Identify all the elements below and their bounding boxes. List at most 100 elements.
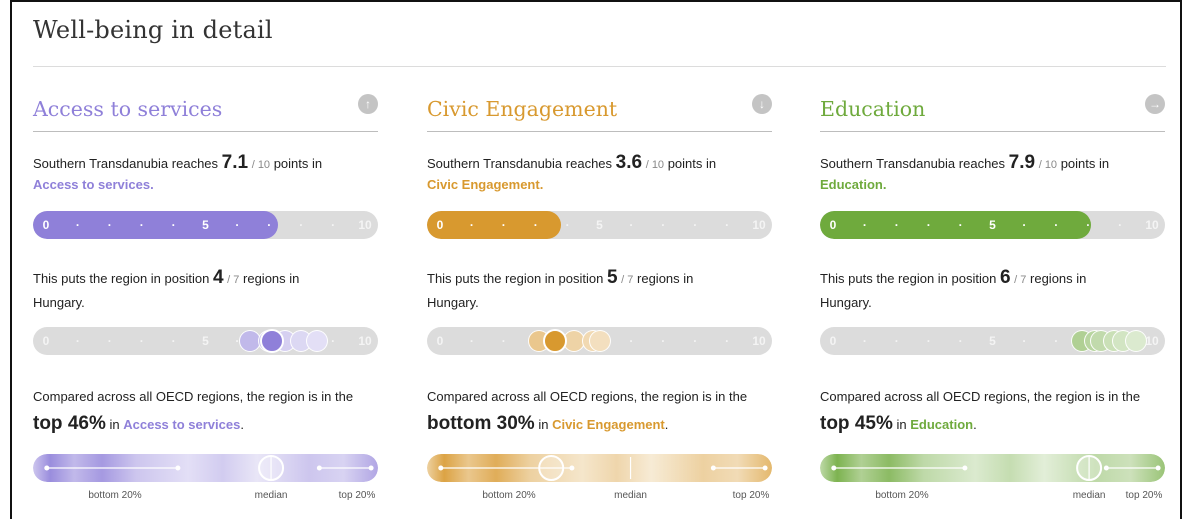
label-median: median [1072, 490, 1106, 501]
oecd-period: . [664, 417, 669, 432]
score-topic-line: Access to services. [33, 174, 154, 196]
score-topic[interactable]: Access to services. [33, 177, 154, 192]
score-tick: · [1086, 218, 1091, 232]
oecd-topic[interactable]: Civic Engagement [552, 417, 665, 432]
arrow-up-circle-icon[interactable]: ↑ [358, 94, 378, 114]
score-tick: · [1054, 218, 1059, 232]
oecd-topic[interactable]: Access to services [123, 417, 240, 432]
rank-bar: 0····5····10 [820, 327, 1165, 355]
rank-tick: · [958, 334, 963, 348]
topic-title[interactable]: Education [820, 97, 925, 121]
rank-out-of: / 7 [227, 274, 240, 286]
score-tick: · [629, 218, 634, 232]
topic-title[interactable]: Civic Engagement [427, 97, 617, 121]
rank-tick: 0 [829, 334, 837, 348]
label-median: median [614, 490, 647, 501]
rank-tick: · [75, 334, 80, 348]
score-bar: 0 · · · · 5 · · · · 10 [427, 211, 772, 239]
oecd-rank: top 46% [33, 413, 106, 434]
topic-header: Education → [820, 90, 1165, 132]
score-tick: · [565, 218, 570, 232]
region-position-marker[interactable] [1076, 455, 1103, 481]
oecd-topic[interactable]: Education [910, 417, 973, 432]
score-tick: · [331, 218, 336, 232]
score-out-of: / 10 [645, 159, 665, 171]
score-tick: · [533, 218, 538, 232]
score-tick: 5 [596, 218, 603, 232]
topic-header: Civic Engagement ↓ [427, 90, 772, 132]
region-bubble-current[interactable] [542, 329, 567, 353]
score-tick: · [661, 218, 666, 232]
oecd-result: top 46% in Access to services. [33, 413, 244, 436]
page-title: Well-being in detail [33, 16, 273, 44]
range-dot [710, 465, 716, 471]
score-sentence: Southern Transdanubia reaches 3.6 / 10 p… [427, 152, 716, 176]
oecd-sentence: Compared across all OECD regions, the re… [33, 389, 354, 404]
oecd-in-text: in [109, 417, 120, 432]
region-name: Southern Transdanubia [820, 156, 956, 171]
rank-tick: · [725, 334, 730, 348]
score-out-of: / 10 [251, 159, 271, 171]
country-name: Hungary. [820, 295, 872, 310]
score-tick: · [75, 218, 80, 232]
region-bubble[interactable] [306, 330, 329, 352]
score-tick: 10 [358, 218, 372, 232]
score-bar-fill [427, 211, 561, 239]
country-line: Hungary. [33, 292, 85, 314]
score-bar-fill [820, 211, 1091, 239]
topic-column-access: Access to services ↑ Southern Transdanub… [33, 90, 378, 510]
oecd-distribution-bar [33, 454, 378, 482]
rank-value: 6 [999, 267, 1011, 288]
oecd-sentence: Compared across all OECD regions, the re… [820, 389, 1141, 404]
arrow-right-circle-icon[interactable]: → [1145, 94, 1165, 114]
score-tick: · [1022, 218, 1027, 232]
topic-title[interactable]: Access to services [33, 97, 222, 121]
rank-tick: · [469, 334, 474, 348]
oecd-distribution-bar [427, 454, 772, 482]
reaches-text: reaches [565, 156, 613, 171]
reaches-text: reaches [958, 156, 1006, 171]
region-position-marker[interactable] [258, 455, 285, 481]
region-bubble[interactable] [588, 330, 611, 352]
score-tick: · [267, 218, 272, 232]
range-dot [44, 465, 50, 471]
score-bar: 0 · · · · 5 · · · · 10 [820, 211, 1165, 239]
range-dot [569, 465, 575, 471]
rank-tick: · [331, 334, 336, 348]
rank-tick: · [862, 334, 867, 348]
rank-tick: · [629, 334, 634, 348]
rank-sentence: This puts the region in position 6 / 7 r… [820, 267, 1086, 291]
score-sentence: Southern Transdanubia reaches 7.1 / 10 p… [33, 152, 322, 176]
rank-tick: · [661, 334, 666, 348]
label-bottom-20: bottom 20% [875, 490, 929, 501]
score-tick: · [139, 218, 144, 232]
region-bubble-current[interactable] [260, 329, 285, 353]
range-dot [762, 465, 768, 471]
reaches-text: reaches [171, 156, 219, 171]
score-tick: · [894, 218, 899, 232]
rank-out-of: / 7 [1014, 274, 1027, 286]
region-position-marker[interactable] [538, 455, 565, 481]
arrow-down-circle-icon[interactable]: ↓ [752, 94, 772, 114]
score-tick: · [469, 218, 474, 232]
region-bubble[interactable] [1125, 330, 1148, 352]
score-topic[interactable]: Education. [820, 177, 886, 192]
score-topic[interactable]: Civic Engagement. [427, 177, 543, 192]
rank-tick: · [107, 334, 112, 348]
distribution-svg [820, 454, 1165, 482]
rank-tick: 0 [436, 334, 444, 348]
range-dot [1155, 465, 1161, 471]
range-dot [368, 465, 374, 471]
score-value: 3.6 [615, 152, 643, 173]
rank-tick: 10 [752, 334, 766, 348]
range-dot [175, 465, 181, 471]
score-tick: · [171, 218, 176, 232]
rank-sentence: This puts the region in position 5 / 7 r… [427, 267, 693, 291]
rank-bar: 0····5····10 [33, 327, 378, 355]
rank-sentence: This puts the region in position 4 / 7 r… [33, 267, 299, 291]
rank-tick: 10 [1145, 334, 1159, 348]
oecd-rank: top 45% [820, 413, 893, 434]
score-tick: · [862, 218, 867, 232]
rank-suffix: regions in [243, 271, 300, 286]
rank-value: 4 [212, 267, 224, 288]
